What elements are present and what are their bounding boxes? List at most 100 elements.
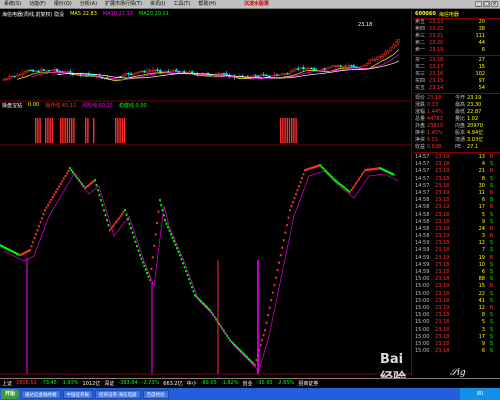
- signal-bar: [45, 118, 47, 143]
- taskbar: 开始 通达信金融终端 中国证券报 招商证券-海信电器 百度经验 80: [0, 388, 500, 400]
- oscillator-dot: [154, 233, 157, 236]
- candle-body: [127, 73, 130, 75]
- chart-stock-name: 海信电器(周线,前复权) 隐没: [2, 11, 65, 18]
- window-controls: _ □ ×: [475, 1, 498, 7]
- oscillator-dot: [53, 193, 56, 196]
- tick-price: 23.18: [435, 182, 450, 189]
- menu-analysis[interactable]: 分析(A): [76, 0, 101, 9]
- taskbar-item[interactable]: 通达信金融终端: [21, 389, 61, 399]
- oscillator-dot: [302, 173, 305, 176]
- tick-volume: 5: [481, 319, 485, 326]
- oscillator-dot: [275, 276, 277, 279]
- menu-extended-market[interactable]: 扩展市场行情(T): [101, 0, 146, 9]
- taskbar-item[interactable]: 百度经验: [142, 389, 169, 399]
- maximize-icon[interactable]: □: [483, 1, 490, 7]
- system-tray[interactable]: 80: [460, 388, 500, 400]
- tick-volume: 3: [481, 233, 485, 240]
- candle-body: [304, 68, 308, 70]
- oscillator-dot: [39, 221, 42, 224]
- menu-function[interactable]: 功能(F): [25, 0, 50, 9]
- tick-volume: 9: [481, 218, 485, 225]
- signal-bar: [288, 118, 291, 143]
- kline-chart[interactable]: [0, 10, 412, 375]
- tick-side: S: [489, 326, 493, 333]
- oscillator-dot: [106, 219, 108, 222]
- oscillator-dot: [188, 278, 190, 281]
- start-button[interactable]: 开始: [1, 389, 20, 399]
- oscillator-dot: [282, 239, 285, 242]
- tick-list[interactable]: 14:57 23.19 13 B 14:57 23.18 4 S 14:57 23.19 21 B 14…: [413, 154, 500, 355]
- chart-area[interactable]: 海信电器(周线,前复权) 隐没 MA5 22.83 MA10 21.33 MA2…: [0, 10, 412, 386]
- stat-row: 总量 44783 量比 1.02: [413, 116, 500, 123]
- stat-value: 6.51: [427, 137, 439, 143]
- minimize-icon[interactable]: _: [475, 1, 482, 7]
- oscillator-dot: [185, 270, 187, 273]
- oscillator-dot: [35, 233, 37, 236]
- menu-quote[interactable]: 报价(Q): [50, 0, 76, 9]
- level-label: 卖二: [415, 40, 426, 46]
- tick-row: 14:57 23.19 11 B: [413, 190, 500, 197]
- oscillator-dot: [287, 216, 290, 219]
- candle-body: [66, 71, 69, 73]
- candle-body: [379, 56, 382, 58]
- signature-logo: 𝒮ig: [450, 368, 466, 378]
- menu-system[interactable]: 系统(S): [0, 0, 25, 9]
- oscillator-dot: [349, 191, 351, 194]
- close-icon[interactable]: ×: [491, 1, 498, 7]
- tick-side: S: [489, 261, 493, 268]
- candle-body: [373, 59, 377, 61]
- tick-side: B: [489, 168, 493, 175]
- taskbar-item[interactable]: 中国证券报: [62, 389, 94, 399]
- divider: [413, 93, 500, 94]
- candle-body: [251, 75, 255, 78]
- tick-row: 14:58 23.18 6 S: [413, 197, 500, 204]
- candle-body: [156, 69, 159, 71]
- status-item: 深证: [104, 380, 115, 387]
- tick-time: 15:00: [415, 276, 430, 283]
- candle-body: [312, 68, 316, 71]
- stat-label: 收益: [415, 144, 426, 150]
- stat-row: 外盘 23813 内盘 20970: [413, 123, 500, 130]
- tick-volume: 41: [478, 297, 485, 304]
- oscillator-dot: [133, 236, 135, 239]
- candle-body: [58, 70, 61, 73]
- oscillator-dot: [157, 210, 160, 213]
- menu-help[interactable]: 帮助(H): [194, 0, 220, 9]
- candle-body: [42, 69, 45, 71]
- signal-bar: [66, 118, 68, 143]
- stat-label: 涨幅: [415, 109, 426, 115]
- candle-body: [299, 67, 303, 70]
- taskbar-item[interactable]: 招商证券-海信电器: [95, 389, 141, 399]
- tick-volume: 22: [478, 290, 485, 297]
- candle-body: [29, 69, 32, 72]
- tick-volume: 17: [478, 333, 485, 340]
- tick-side: S: [489, 333, 493, 340]
- menu-tools[interactable]: 工具(T): [169, 0, 194, 9]
- tick-row: 14:57 23.19 21 B: [413, 168, 500, 175]
- bid-row: 买五 23.14 54: [413, 85, 500, 92]
- ask-row: 卖四 23.22 38: [413, 26, 500, 33]
- tick-side: S: [489, 290, 493, 297]
- signal-bar: [39, 118, 41, 143]
- candle-body: [334, 65, 337, 67]
- candle-body: [323, 68, 326, 70]
- level-volume: 97: [478, 78, 485, 84]
- candle-body: [352, 65, 356, 67]
- tick-price: 23.18: [435, 348, 450, 355]
- oscillator-dot: [95, 184, 98, 187]
- stat-value: 23813: [427, 123, 443, 129]
- status-item: -89.05: [200, 380, 217, 386]
- oscillator-dot: [128, 222, 131, 225]
- menu-info[interactable]: 资讯(I): [146, 0, 169, 9]
- oscillator-dot: [192, 290, 195, 293]
- oscillator-dot: [358, 177, 360, 181]
- tick-price: 23.18: [435, 326, 450, 333]
- oscillator-dot: [62, 177, 65, 180]
- candle-body: [132, 73, 136, 75]
- level-label: 卖一: [415, 47, 426, 53]
- tick-price: 23.18: [435, 197, 450, 204]
- tick-time: 15:00: [415, 340, 430, 347]
- oscillator-dot: [261, 339, 264, 342]
- status-item: 中小: [186, 380, 197, 387]
- candle-body: [265, 74, 268, 77]
